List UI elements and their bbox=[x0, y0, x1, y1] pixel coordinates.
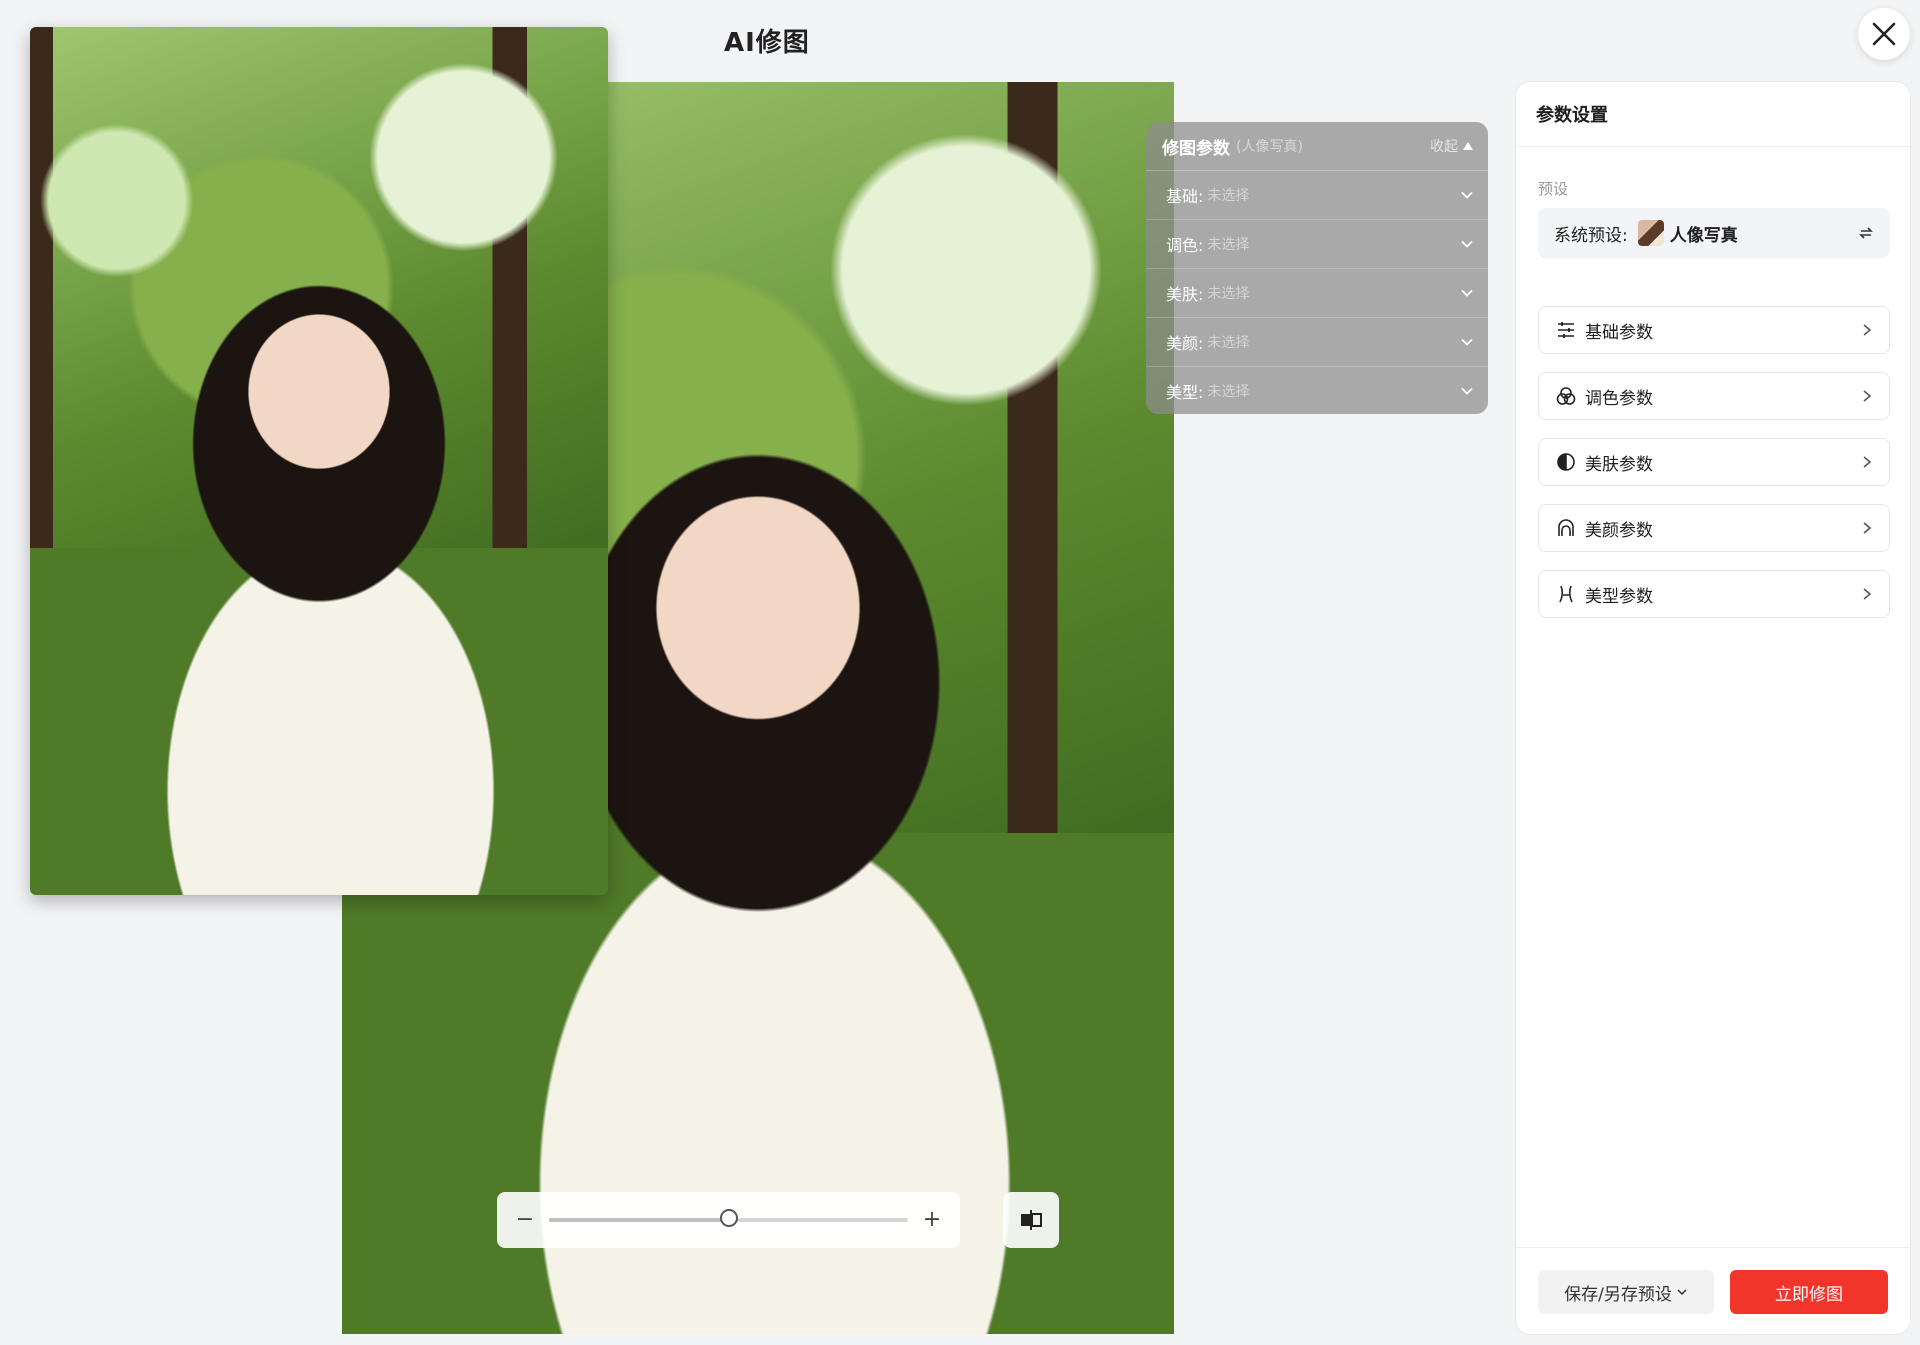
overlay-row-basic[interactable]: 基础: 未选择 bbox=[1146, 171, 1488, 220]
system-preset-label: 系统预设: bbox=[1554, 225, 1628, 246]
category-basic-params[interactable]: 基础参数 bbox=[1538, 306, 1890, 354]
category-shape-params[interactable]: 美型参数 bbox=[1538, 570, 1890, 618]
category-label: 美型参数 bbox=[1585, 586, 1653, 607]
row-value: 未选择 bbox=[1207, 335, 1250, 351]
switch-icon bbox=[1859, 227, 1873, 239]
row-value: 未选择 bbox=[1207, 237, 1250, 253]
apply-retouch-button[interactable]: 立即修图 bbox=[1730, 1270, 1888, 1314]
row-label: 调色: bbox=[1166, 236, 1204, 255]
triangle-up-icon bbox=[1463, 142, 1473, 150]
row-label: 美型: bbox=[1166, 383, 1204, 402]
system-preset-value: 人像写真 bbox=[1669, 225, 1738, 246]
category-label: 美肤参数 bbox=[1585, 454, 1653, 475]
sliders-icon bbox=[1555, 319, 1577, 341]
overlay-row-face[interactable]: 美颜: 未选择 bbox=[1146, 318, 1488, 367]
save-preset-label: 保存/另存预设 bbox=[1564, 1284, 1672, 1305]
preset-section-label: 预设 bbox=[1538, 180, 1569, 198]
compare-button[interactable] bbox=[1003, 1192, 1059, 1248]
zoom-control: − + bbox=[497, 1192, 960, 1248]
category-label: 基础参数 bbox=[1585, 322, 1653, 343]
row-value: 未选择 bbox=[1207, 188, 1250, 204]
page-title: AI修图 bbox=[724, 28, 810, 58]
row-label: 美肤: bbox=[1166, 285, 1204, 304]
zoom-in-button[interactable]: + bbox=[922, 1209, 942, 1231]
category-skin-params[interactable]: 美肤参数 bbox=[1538, 438, 1890, 486]
original-photo-preview bbox=[30, 27, 608, 895]
panel-footer: 保存/另存预设 立即修图 bbox=[1516, 1247, 1910, 1334]
row-value: 未选择 bbox=[1207, 384, 1250, 400]
row-label: 基础: bbox=[1166, 187, 1204, 206]
chevron-right-icon bbox=[1863, 324, 1872, 336]
zoom-out-button[interactable]: − bbox=[515, 1209, 535, 1231]
face-icon bbox=[1555, 517, 1577, 539]
overlay-header: 修图参数 (人像写真) 收起 bbox=[1146, 122, 1488, 171]
row-value: 未选择 bbox=[1207, 286, 1250, 302]
overlay-row-color[interactable]: 调色: 未选择 bbox=[1146, 220, 1488, 269]
compare-icon bbox=[1021, 1210, 1042, 1230]
color-circles-icon bbox=[1555, 385, 1577, 407]
retouch-params-overlay: 修图参数 (人像写真) 收起 基础: 未选择 调色: 未选择 美肤: 未选择 美… bbox=[1146, 122, 1488, 414]
chevron-down-icon bbox=[1461, 289, 1473, 297]
chevron-down-icon bbox=[1677, 1289, 1687, 1296]
overlay-row-shape[interactable]: 美型: 未选择 bbox=[1146, 367, 1488, 414]
chevron-down-icon bbox=[1461, 387, 1473, 395]
chevron-right-icon bbox=[1863, 588, 1872, 600]
preset-thumbnail bbox=[1637, 220, 1664, 246]
category-color-params[interactable]: 调色参数 bbox=[1538, 372, 1890, 420]
category-face-params[interactable]: 美颜参数 bbox=[1538, 504, 1890, 552]
collapse-button[interactable]: 收起 bbox=[1430, 136, 1474, 156]
overlay-subtitle: (人像写真) bbox=[1236, 139, 1303, 155]
zoom-slider[interactable] bbox=[549, 1209, 908, 1227]
skin-icon bbox=[1555, 451, 1577, 473]
settings-panel: 参数设置 预设 系统预设: 人像写真 基础参数 调色参数 美肤参数 美颜参数 美… bbox=[1516, 82, 1910, 1334]
category-label: 调色参数 bbox=[1585, 388, 1653, 409]
chevron-right-icon bbox=[1863, 390, 1872, 402]
zoom-slider-handle[interactable] bbox=[719, 1209, 738, 1227]
system-preset-selector[interactable]: 系统预设: 人像写真 bbox=[1538, 208, 1890, 258]
overlay-row-skin[interactable]: 美肤: 未选择 bbox=[1146, 269, 1488, 318]
overlay-title: 修图参数 bbox=[1162, 138, 1230, 159]
save-preset-button[interactable]: 保存/另存预设 bbox=[1538, 1270, 1714, 1314]
row-label: 美颜: bbox=[1166, 334, 1204, 353]
zoom-slider-fill bbox=[549, 1218, 729, 1222]
chevron-down-icon bbox=[1461, 240, 1473, 248]
chevron-right-icon bbox=[1863, 456, 1872, 468]
panel-title: 参数设置 bbox=[1516, 82, 1910, 147]
chevron-down-icon bbox=[1461, 191, 1473, 199]
collapse-label: 收起 bbox=[1430, 139, 1458, 155]
close-icon bbox=[1872, 22, 1896, 46]
chevron-right-icon bbox=[1863, 522, 1872, 534]
chevron-down-icon bbox=[1461, 338, 1473, 346]
body-shape-icon bbox=[1555, 583, 1577, 605]
category-label: 美颜参数 bbox=[1585, 520, 1653, 541]
close-button[interactable] bbox=[1858, 8, 1910, 60]
